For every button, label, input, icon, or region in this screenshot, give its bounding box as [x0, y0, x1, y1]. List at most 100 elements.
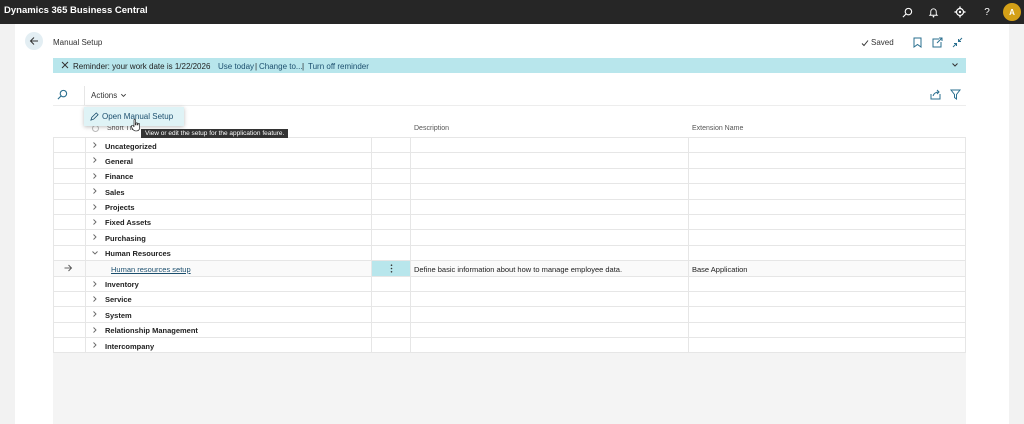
cell-divider	[688, 184, 689, 199]
filter-icon[interactable]	[949, 89, 962, 101]
app-title[interactable]: Dynamics 365 Business Central	[4, 5, 148, 16]
cell-divider	[410, 261, 411, 276]
cell-divider	[965, 338, 966, 353]
chevron-right-icon[interactable]	[91, 310, 99, 318]
avatar[interactable]: A	[1003, 3, 1021, 21]
table-row-group[interactable]: General	[53, 153, 966, 169]
chevron-right-icon[interactable]	[91, 156, 99, 164]
setup-link[interactable]: Human resources setup	[111, 265, 191, 274]
actions-menu-button[interactable]: Actions	[84, 86, 133, 105]
cell-divider	[410, 276, 411, 291]
cell-divider	[688, 338, 689, 353]
cell-divider	[85, 307, 86, 322]
cell-divider	[85, 230, 86, 245]
group-label: Purchasing	[105, 233, 146, 243]
cell-divider	[53, 184, 54, 199]
chevron-right-icon[interactable]	[91, 295, 99, 303]
chevron-right-icon[interactable]	[91, 203, 99, 211]
search-icon[interactable]	[899, 4, 915, 20]
reminder-text: Reminder: your work date is 1/22/2026	[73, 61, 211, 71]
table-row-group[interactable]: Projects	[53, 199, 966, 215]
chevron-right-icon[interactable]	[91, 141, 99, 149]
cell-divider	[371, 153, 372, 168]
bookmark-icon[interactable]	[911, 36, 923, 48]
cell-divider	[53, 153, 54, 168]
table-row-group[interactable]: Finance	[53, 168, 966, 185]
cell-divider	[688, 168, 689, 184]
group-label: Projects	[105, 203, 135, 213]
cell-divider	[53, 276, 54, 291]
chevron-right-icon[interactable]	[91, 172, 99, 180]
table-row-group[interactable]: Relationship Management	[53, 322, 966, 339]
cell-divider	[965, 261, 966, 276]
table-row-group[interactable]: Purchasing	[53, 230, 966, 246]
cell-divider	[965, 322, 966, 338]
collapse-icon[interactable]	[951, 36, 963, 48]
group-label: Intercompany	[105, 341, 155, 351]
cell-divider	[53, 214, 54, 230]
cell-divider	[410, 322, 411, 338]
column-header-description[interactable]: Description	[414, 125, 449, 132]
table-row-group[interactable]: System	[53, 307, 966, 323]
cell-divider	[53, 168, 54, 184]
top-bar: Dynamics 365 Business Central ? A	[0, 0, 1024, 24]
table-row-group[interactable]: Service	[53, 291, 966, 308]
change-to-link[interactable]: Change to...	[259, 62, 303, 71]
cell-divider	[965, 276, 966, 291]
table-row-group[interactable]: Inventory	[53, 276, 966, 292]
select-all-radio[interactable]	[92, 125, 99, 132]
cell-divider	[410, 230, 411, 245]
cell-divider	[53, 230, 54, 245]
gear-icon[interactable]	[952, 4, 968, 20]
table-row-group[interactable]: Sales	[53, 184, 966, 200]
cell-divider	[410, 291, 411, 307]
cell-divider	[965, 307, 966, 322]
chevron-right-icon[interactable]	[91, 187, 99, 195]
cell-divider	[410, 199, 411, 214]
chevron-right-icon[interactable]	[91, 341, 99, 349]
chevron-right-icon[interactable]	[91, 218, 99, 226]
chevron-down-icon[interactable]	[91, 249, 99, 257]
table-row-group[interactable]: Human Resources	[53, 245, 966, 262]
search-icon[interactable]	[57, 89, 69, 101]
bell-icon[interactable]	[925, 4, 941, 20]
open-new-window-icon[interactable]	[931, 36, 943, 48]
turn-off-reminder-link[interactable]: Turn off reminder	[308, 62, 369, 71]
chevron-right-icon[interactable]	[91, 233, 99, 241]
use-today-link[interactable]: Use today	[218, 62, 254, 71]
cell-divider	[53, 261, 54, 276]
cell-divider	[410, 338, 411, 353]
cell-divider	[688, 230, 689, 245]
chevron-right-icon[interactable]	[91, 280, 99, 288]
cell-divider	[688, 276, 689, 291]
cell-divider	[85, 322, 86, 338]
cell-divider	[371, 199, 372, 214]
cell-divider	[85, 138, 86, 153]
table-row-group[interactable]: Uncategorized	[53, 138, 966, 154]
group-label: Relationship Management	[105, 326, 198, 336]
saved-status: Saved	[861, 38, 894, 47]
cell-divider	[965, 184, 966, 199]
table-row-group[interactable]: Fixed Assets	[53, 214, 966, 231]
share-icon[interactable]	[930, 89, 942, 101]
chevron-down-icon[interactable]	[951, 61, 959, 71]
cell-divider	[85, 261, 86, 276]
help-icon[interactable]: ?	[979, 4, 995, 20]
group-label: Fixed Assets	[105, 218, 151, 228]
table-row-selected[interactable]: Human resources setup Define basic inform…	[53, 261, 966, 277]
work-date-reminder-bar: Reminder: your work date is 1/22/2026 Us…	[53, 58, 966, 73]
column-header-extension-name[interactable]: Extension Name	[692, 125, 743, 132]
empty-grid-area	[53, 353, 966, 424]
extension-name-cell: Base Application	[692, 264, 748, 274]
row-more-options-icon[interactable]	[372, 261, 410, 277]
group-label: Inventory	[105, 280, 139, 290]
group-label: System	[105, 310, 132, 320]
chevron-right-icon[interactable]	[91, 326, 99, 334]
table-row-group[interactable]: Intercompany	[53, 338, 966, 354]
cell-divider	[688, 138, 689, 153]
cell-divider	[85, 276, 86, 291]
cell-divider	[85, 168, 86, 184]
back-button[interactable]	[25, 32, 43, 50]
cell-divider	[965, 199, 966, 214]
close-icon[interactable]	[61, 61, 69, 71]
